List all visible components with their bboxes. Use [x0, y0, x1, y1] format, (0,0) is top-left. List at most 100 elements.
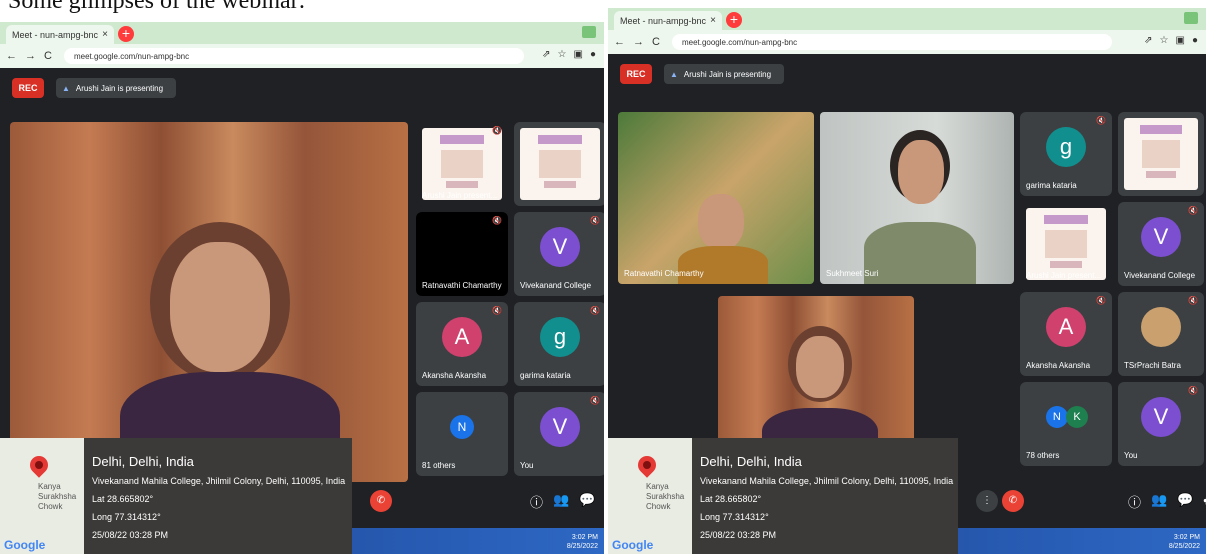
presentation-tile[interactable]: Arushi Jain present... 🔇 [416, 122, 508, 206]
participant-tile[interactable]: TSrPrachi Batra 🔇 [1118, 292, 1204, 376]
participant-video[interactable]: Sukhmeet Suri [820, 112, 1014, 284]
self-tile[interactable]: V You 🔇 [1118, 382, 1204, 466]
participant-tile[interactable]: V Vivekanand College 🔇 [514, 212, 604, 296]
browser-tab[interactable]: Meet - nun-ampg-bnc × [6, 25, 114, 44]
mic-off-icon: 🔇 [1096, 116, 1106, 125]
presentation-slide [422, 128, 502, 200]
avatar: V [1141, 217, 1181, 258]
participant-video[interactable]: Ratnavathi Chamarthy [618, 112, 814, 284]
system-tray: 3:02 PM 8/25/2022 [567, 533, 598, 551]
browser-tab-bar: Meet - nun-ampg-bnc × + [608, 8, 1206, 30]
avatar: K [1066, 406, 1089, 429]
meeting-controls: ⓘ 👥 💬 ♣ [530, 492, 604, 511]
meeting-controls: ⓘ 👥 💬 ♣ [1128, 492, 1206, 511]
google-logo: Google [612, 538, 654, 552]
tile-name: Ratnavathi Chamarthy [624, 269, 704, 278]
location-city: Delhi, Delhi, India [92, 454, 194, 469]
info-icon[interactable]: ⓘ [1128, 492, 1141, 511]
back-icon[interactable]: ← [614, 36, 625, 48]
forward-icon[interactable]: → [633, 36, 644, 48]
participant-tile[interactable]: g garima kataria 🔇 [1020, 112, 1112, 196]
close-tab-icon[interactable]: × [102, 29, 108, 40]
participant-tile[interactable]: g garima kataria 🔇 [514, 302, 604, 386]
main-speaker-video[interactable] [10, 122, 408, 482]
mic-off-icon: 🔇 [492, 126, 502, 135]
browser-tab-bar: Meet - nun-ampg-bnc × + [0, 22, 604, 44]
share-icon[interactable]: ⇗ [1144, 35, 1152, 46]
participant-tile[interactable]: Ratnavathi Chamarthy 🔇 [416, 212, 508, 296]
star-icon[interactable]: ☆ [1160, 35, 1169, 46]
url-input[interactable]: meet.google.com/nun-ampg-bnc [63, 48, 524, 64]
presentation-tile[interactable]: Arushi Jain present... [1020, 202, 1112, 286]
mic-off-icon: 🔇 [1188, 206, 1198, 215]
tile-name: TSrPrachi Batra [1124, 361, 1181, 370]
extension-icon[interactable]: ▣ [574, 49, 583, 60]
presentation-slide [1026, 208, 1106, 280]
avatar: V [1141, 397, 1181, 438]
close-tab-icon[interactable]: × [710, 15, 716, 26]
extension-icon[interactable]: ▣ [1176, 35, 1185, 46]
reload-icon[interactable]: C [652, 36, 660, 48]
location-datetime: 25/08/22 03:28 PM [700, 530, 777, 540]
window-controls [582, 26, 596, 38]
avatar: V [540, 227, 580, 268]
reload-icon[interactable]: C [44, 50, 52, 62]
participant-tile[interactable]: V Vivekanand College 🔇 [1118, 202, 1204, 286]
map-label: Kanya Surakhsha Chowk [646, 482, 685, 511]
participant-face [898, 140, 944, 204]
clock-date: 8/25/2022 [566, 543, 598, 550]
people-icon[interactable]: 👥 [553, 492, 569, 511]
recording-badge: REC [620, 64, 652, 84]
self-tile[interactable]: V You 🔇 [514, 392, 604, 476]
avatar: A [1046, 307, 1086, 348]
star-icon[interactable]: ☆ [558, 49, 567, 60]
info-icon[interactable]: ⓘ [530, 492, 543, 511]
profile-icon[interactable]: ● [590, 49, 596, 60]
tile-name: 78 others [1026, 451, 1060, 460]
tab-title: Meet - nun-ampg-bnc [620, 15, 707, 26]
presenting-banner: ▲ Arushi Jain is presenting [56, 78, 176, 98]
end-call-button[interactable]: ✆ [370, 490, 392, 512]
more-options-button[interactable]: ⋮ [976, 490, 998, 512]
people-icon[interactable]: 👥 [1151, 492, 1167, 511]
map-pin-icon [26, 452, 52, 478]
mic-off-icon: 🔇 [1188, 296, 1198, 305]
avatar: N [450, 415, 474, 440]
tile-name: Arushi Jain present... [1026, 271, 1102, 280]
back-icon[interactable]: ← [6, 50, 17, 62]
new-tab-button[interactable]: + [726, 12, 742, 28]
new-tab-button[interactable]: + [118, 26, 134, 42]
chat-icon[interactable]: 💬 [579, 492, 595, 511]
clock-time: 3:02 PM [571, 534, 598, 541]
others-tile[interactable]: N 81 others [416, 392, 508, 476]
tile-name: Ratnavathi Chamarthy [422, 281, 502, 290]
left-screenshot: Meet - nun-ampg-bnc × + ← → C meet.googl… [0, 22, 604, 554]
avatar: g [540, 317, 580, 358]
presenting-text: Arushi Jain is presenting [683, 69, 772, 79]
minimize-button[interactable] [1184, 12, 1198, 24]
location-address: Vivekanand Mahila College, Jhilmil Colon… [700, 476, 954, 486]
participant-face [698, 194, 744, 250]
participant-tile[interactable]: A Akansha Akansha 🔇 [1020, 292, 1112, 376]
others-tile[interactable]: N K 78 others [1020, 382, 1112, 466]
meet-top-bar: REC ▲ Arushi Jain is presenting [0, 68, 604, 108]
participant-body [678, 246, 768, 284]
presentation-tile[interactable] [1118, 112, 1204, 196]
participant-photo [1141, 307, 1181, 348]
chat-icon[interactable]: 💬 [1177, 492, 1193, 511]
speaker-face [170, 242, 270, 372]
profile-icon[interactable]: ● [1192, 35, 1198, 46]
clock-time: 3:02 PM [1173, 534, 1200, 541]
share-icon[interactable]: ⇗ [542, 49, 550, 60]
url-input[interactable]: meet.google.com/nun-ampg-bnc [671, 34, 1112, 50]
avatar: A [442, 317, 482, 358]
minimize-button[interactable] [582, 26, 596, 38]
presentation-tile[interactable] [514, 122, 604, 206]
end-call-button[interactable]: ✆ [1002, 490, 1024, 512]
forward-icon[interactable]: → [25, 50, 36, 62]
participant-tile[interactable]: A Akansha Akansha 🔇 [416, 302, 508, 386]
browser-tab[interactable]: Meet - nun-ampg-bnc × [614, 11, 722, 30]
recording-badge: REC [12, 78, 44, 98]
map-label: Kanya Surakhsha Chowk [38, 482, 77, 511]
location-long: Long 77.314312° [700, 512, 769, 522]
